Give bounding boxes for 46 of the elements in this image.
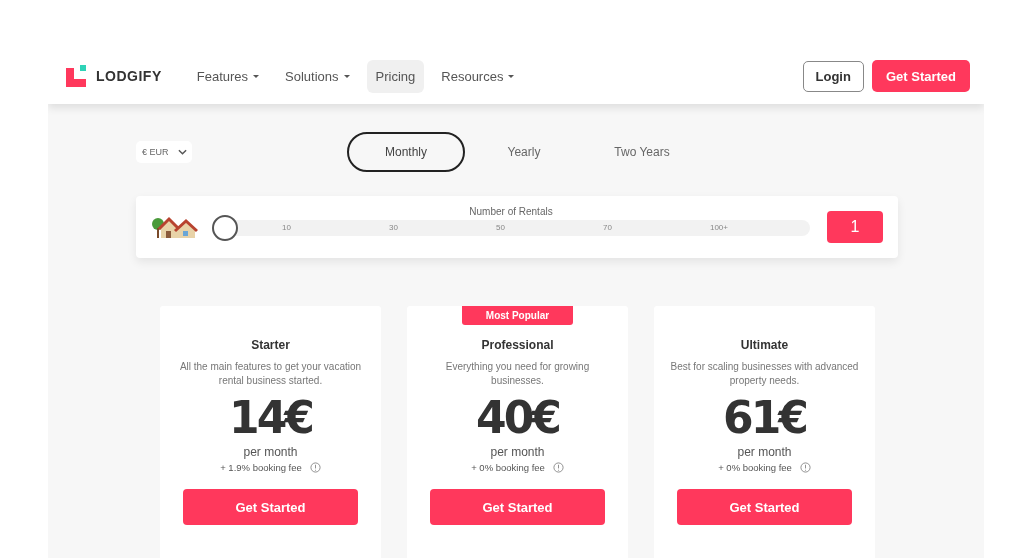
info-icon[interactable] [799, 462, 811, 473]
nav-item[interactable]: Solutions [276, 59, 359, 93]
slider-track[interactable]: 10 30 50 70 100+ [212, 214, 810, 241]
booking-fee: + 0% booking fee [471, 462, 545, 473]
plan-price: 61€ [723, 392, 806, 444]
nav-item[interactable]: Resources [432, 59, 524, 93]
get-started-button[interactable]: Get Started [183, 489, 358, 525]
plan-price: 40€ [476, 392, 559, 444]
get-started-button[interactable]: Get Started [677, 489, 852, 525]
billing-tab[interactable]: Monthly [347, 132, 465, 172]
get-started-button[interactable]: Get Started [430, 489, 605, 525]
billing-tab[interactable]: Two Years [583, 132, 701, 172]
currency-select[interactable]: € EUR [136, 141, 192, 163]
popular-badge: Most Popular [462, 306, 573, 325]
price-period: per month [490, 445, 545, 459]
booking-fee: + 0% booking fee [718, 462, 792, 473]
tick-label: 70 [602, 223, 612, 232]
houses-icon [151, 214, 199, 240]
price-period: per month [737, 445, 792, 459]
tick-label: 10 [282, 223, 291, 232]
logo-text: LODGIFY [96, 68, 162, 84]
slider-thumb[interactable] [212, 214, 238, 241]
chevron-icon [178, 149, 187, 155]
plan-name: Ultimate [740, 338, 789, 352]
plan-name: Starter [251, 338, 290, 352]
info-icon[interactable] [309, 462, 321, 473]
billing-tab[interactable]: Yearly [465, 132, 583, 172]
info-icon[interactable] [552, 462, 564, 473]
tick-label: 30 [389, 223, 398, 232]
plan-price: 14€ [229, 392, 312, 444]
login-button[interactable]: Login [802, 60, 864, 92]
logo[interactable]: LODGIFY [66, 65, 162, 87]
get-started-button[interactable]: Get Started [871, 60, 970, 92]
slider-label: Number of Rentals [469, 205, 553, 217]
tick-label: 50 [495, 223, 505, 232]
nav-item[interactable]: Pricing [366, 59, 425, 93]
plan-description: All the main features to get your vacation rental business started. [178, 360, 363, 388]
tick-label: 100+ [709, 223, 728, 232]
price-period: per month [243, 445, 298, 459]
plan-description: Everything you need for growing businesses. [444, 360, 591, 388]
rental-count-field[interactable]: 1 [827, 211, 883, 243]
booking-fee: + 1.9% booking fee [220, 462, 302, 473]
plan-name: Professional [481, 338, 554, 352]
logo-icon [66, 65, 88, 87]
plan-description: Best for scaling businesses with advanced property needs. [669, 360, 860, 388]
nav-item[interactable]: Features [187, 59, 269, 93]
